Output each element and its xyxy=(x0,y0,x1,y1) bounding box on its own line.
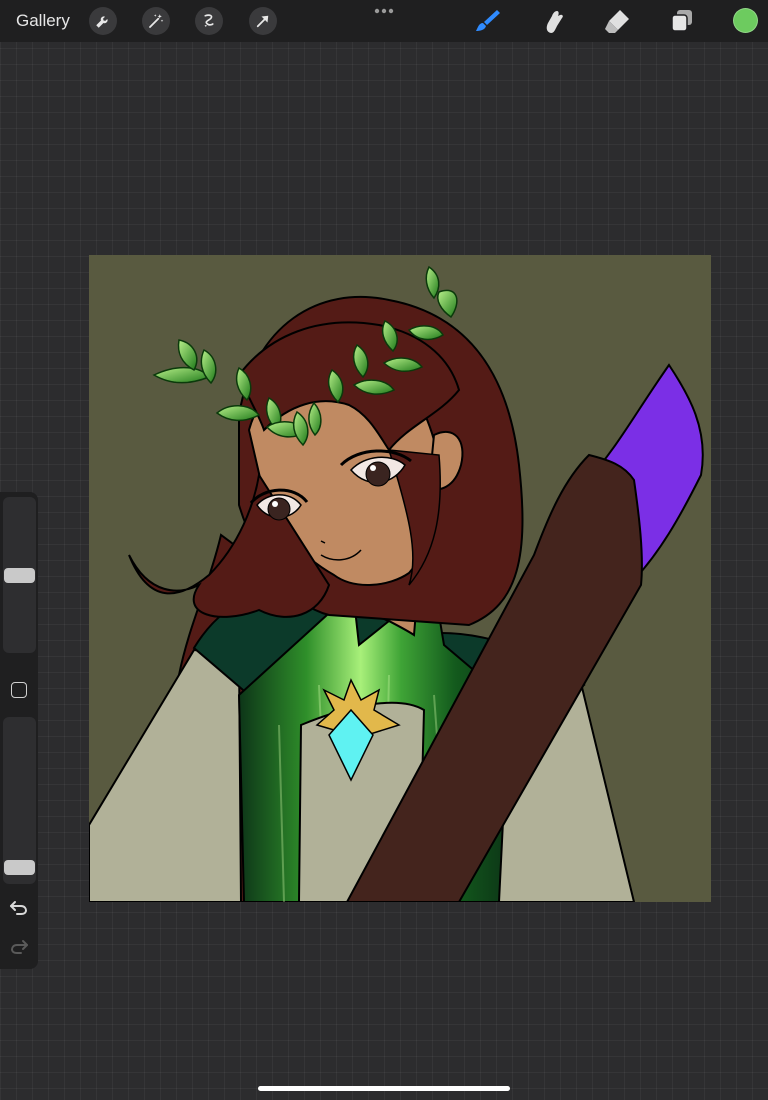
brush-tool-button[interactable] xyxy=(473,6,503,36)
selection-button[interactable] xyxy=(195,7,223,35)
selection-icon xyxy=(204,14,214,27)
layers-icon xyxy=(671,10,692,32)
adjustments-button[interactable] xyxy=(142,7,170,35)
drawing-canvas[interactable] xyxy=(89,255,711,902)
smudge-tool-button[interactable] xyxy=(538,6,568,36)
magic-wand-icon xyxy=(149,14,164,28)
brush-size-slider[interactable] xyxy=(3,497,36,653)
color-swatch-button[interactable] xyxy=(733,8,758,33)
brush-icon xyxy=(476,10,500,31)
home-indicator xyxy=(258,1086,510,1091)
transform-button[interactable] xyxy=(249,7,277,35)
artwork-illustration xyxy=(89,265,704,902)
layers-button[interactable] xyxy=(667,6,697,36)
wrench-icon xyxy=(96,16,108,28)
opacity-slider-thumb[interactable] xyxy=(4,860,35,875)
more-options-icon[interactable] xyxy=(372,4,396,18)
left-sidebar xyxy=(0,492,38,969)
brush-size-slider-thumb[interactable] xyxy=(4,568,35,583)
gallery-button[interactable]: Gallery xyxy=(16,10,70,32)
eraser-tool-button[interactable] xyxy=(602,6,632,36)
opacity-slider[interactable] xyxy=(3,717,36,884)
actions-button[interactable] xyxy=(89,7,117,35)
modify-button[interactable] xyxy=(11,682,27,698)
transform-arrow-icon xyxy=(256,15,269,28)
eraser-icon xyxy=(605,10,629,33)
redo-icon[interactable] xyxy=(8,936,30,956)
undo-icon[interactable] xyxy=(8,897,30,917)
top-toolbar: Gallery xyxy=(0,0,768,42)
smudge-icon xyxy=(546,11,563,33)
